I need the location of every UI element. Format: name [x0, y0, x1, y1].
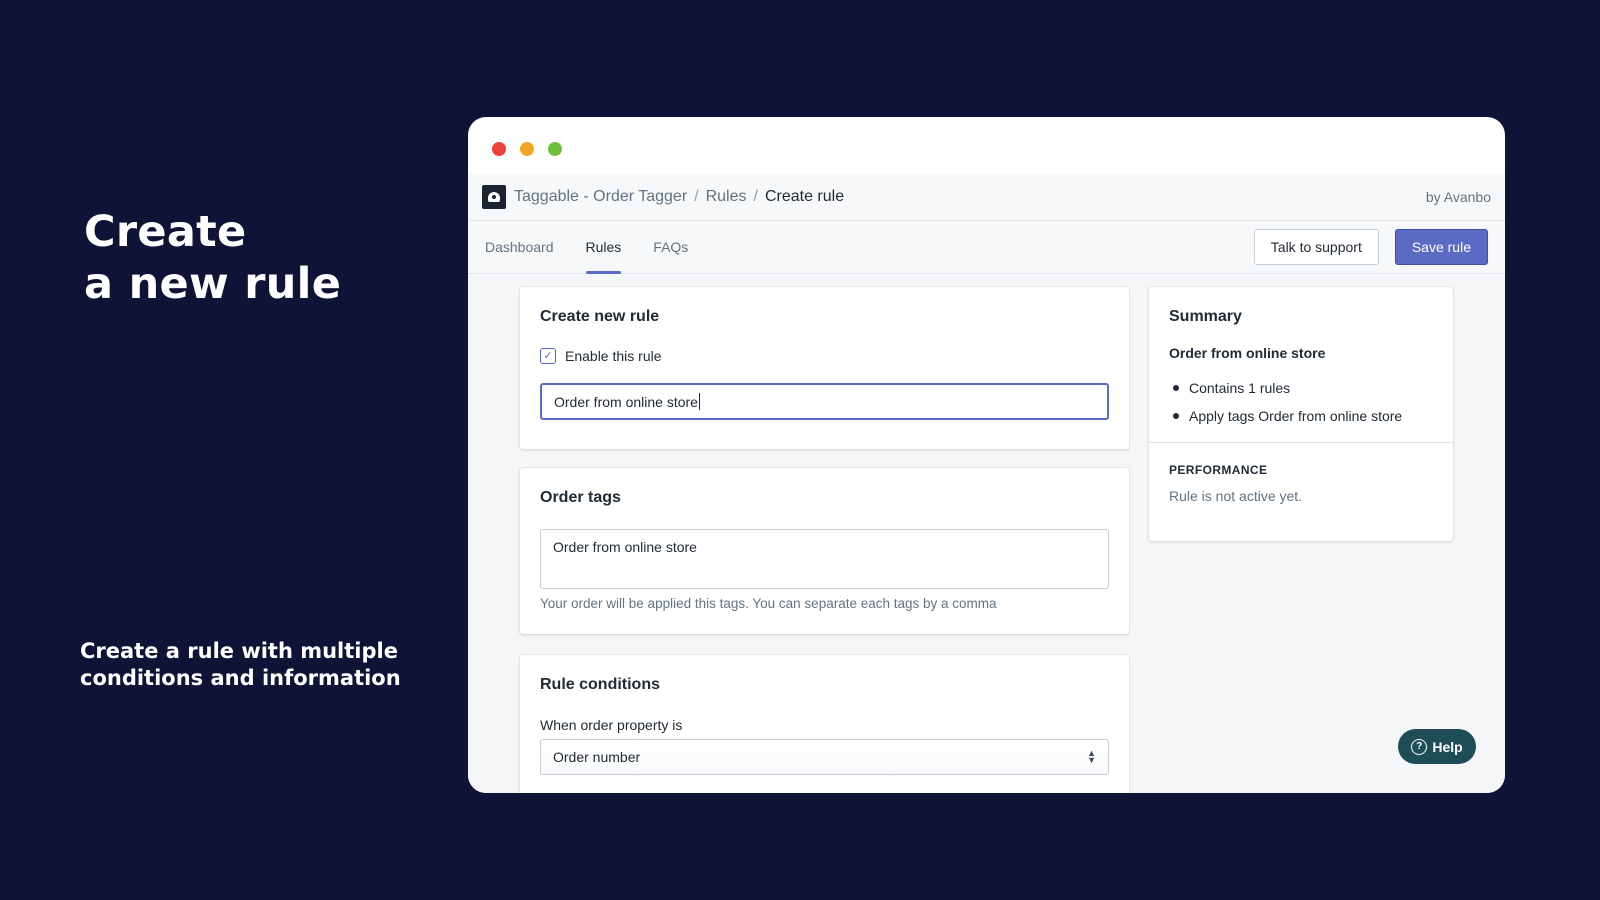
help-button[interactable]: ? Help [1398, 729, 1476, 764]
order-property-value: Order number [553, 749, 641, 765]
enable-rule-label: Enable this rule [565, 348, 662, 364]
rule-name-value: Order from online store [554, 393, 698, 410]
app-header: Taggable - Order Tagger / Rules / Create… [468, 174, 1505, 221]
bullet-icon [1173, 413, 1179, 419]
summary-section: Summary Order from online store Contains… [1149, 287, 1453, 443]
summary-rule-name: Order from online store [1169, 345, 1326, 361]
window-controls [492, 142, 562, 156]
maximize-window-button[interactable] [548, 142, 562, 156]
rule-name-input[interactable]: Order from online store [540, 383, 1109, 420]
performance-section: PERFORMANCE Rule is not active yet. [1149, 443, 1453, 524]
talk-to-support-button[interactable]: Talk to support [1253, 229, 1379, 265]
order-tags-textarea[interactable]: Order from online store [540, 529, 1109, 589]
breadcrumb-current: Create rule [764, 188, 845, 205]
order-tags-help: Your order will be applied this tags. Yo… [540, 596, 997, 611]
breadcrumb-separator: / [753, 188, 758, 205]
app-logo-icon [482, 185, 506, 209]
question-icon: ? [1411, 738, 1428, 755]
summary-card: Summary Order from online store Contains… [1149, 287, 1453, 541]
list-item-text: Apply tags Order from online store [1189, 408, 1403, 424]
app-frame: Taggable - Order Tagger / Rules / Create… [468, 174, 1505, 793]
tab-rules[interactable]: Rules [585, 221, 621, 274]
order-tags-card: Order tags Order from online store Your … [520, 468, 1129, 634]
breadcrumb: Taggable - Order Tagger / Rules / Create… [514, 188, 844, 206]
breadcrumb-separator: / [694, 188, 699, 205]
list-item: Contains 1 rules [1169, 374, 1433, 402]
text-caret [698, 393, 700, 410]
enable-rule-checkbox[interactable]: ✓ [540, 348, 556, 364]
breadcrumb-app[interactable]: Taggable - Order Tagger [514, 188, 687, 206]
promo-title: Create a new rule [84, 206, 341, 310]
order-property-select[interactable]: Order number ▲ ▼ [540, 739, 1109, 775]
order-property-label: When order property is [540, 717, 683, 733]
breadcrumb-rules[interactable]: Rules [706, 188, 747, 206]
app-window: Taggable - Order Tagger / Rules / Create… [468, 117, 1505, 793]
promo-title-line1: Create [84, 207, 247, 257]
byline: by Avanbo [1425, 189, 1491, 205]
tab-dashboard[interactable]: Dashboard [485, 221, 554, 274]
nav-actions: Talk to support Save rule [1253, 229, 1488, 265]
list-item: Apply tags Order from online store [1169, 402, 1433, 430]
performance-heading: PERFORMANCE [1169, 463, 1268, 477]
card-title: Create new rule [540, 308, 660, 325]
save-rule-button[interactable]: Save rule [1394, 229, 1488, 265]
close-window-button[interactable] [492, 142, 506, 156]
main-content: Create new rule ✓ Enable this rule Order… [468, 275, 1505, 793]
card-title: Rule conditions [540, 676, 660, 693]
select-arrows-icon: ▲ ▼ [1087, 748, 1096, 765]
summary-list: Contains 1 rules Apply tags Order from o… [1169, 374, 1433, 430]
promo-subtitle: Create a rule with multiple conditions a… [80, 639, 401, 690]
help-label: Help [1432, 738, 1463, 755]
card-title: Order tags [540, 489, 621, 506]
performance-text: Rule is not active yet. [1169, 488, 1303, 504]
bullet-icon [1173, 385, 1179, 391]
rule-conditions-card: Rule conditions When order property is O… [520, 655, 1129, 793]
tab-faqs[interactable]: FAQs [653, 221, 688, 274]
list-item-text: Contains 1 rules [1189, 380, 1291, 396]
nav-bar: Dashboard Rules FAQs Talk to support Sav… [468, 221, 1505, 274]
minimize-window-button[interactable] [520, 142, 534, 156]
card-title: Summary [1169, 308, 1242, 325]
create-rule-card: Create new rule ✓ Enable this rule Order… [520, 287, 1129, 449]
enable-rule-row[interactable]: ✓ Enable this rule [540, 348, 1109, 364]
promo-title-line2: a new rule [84, 259, 342, 309]
